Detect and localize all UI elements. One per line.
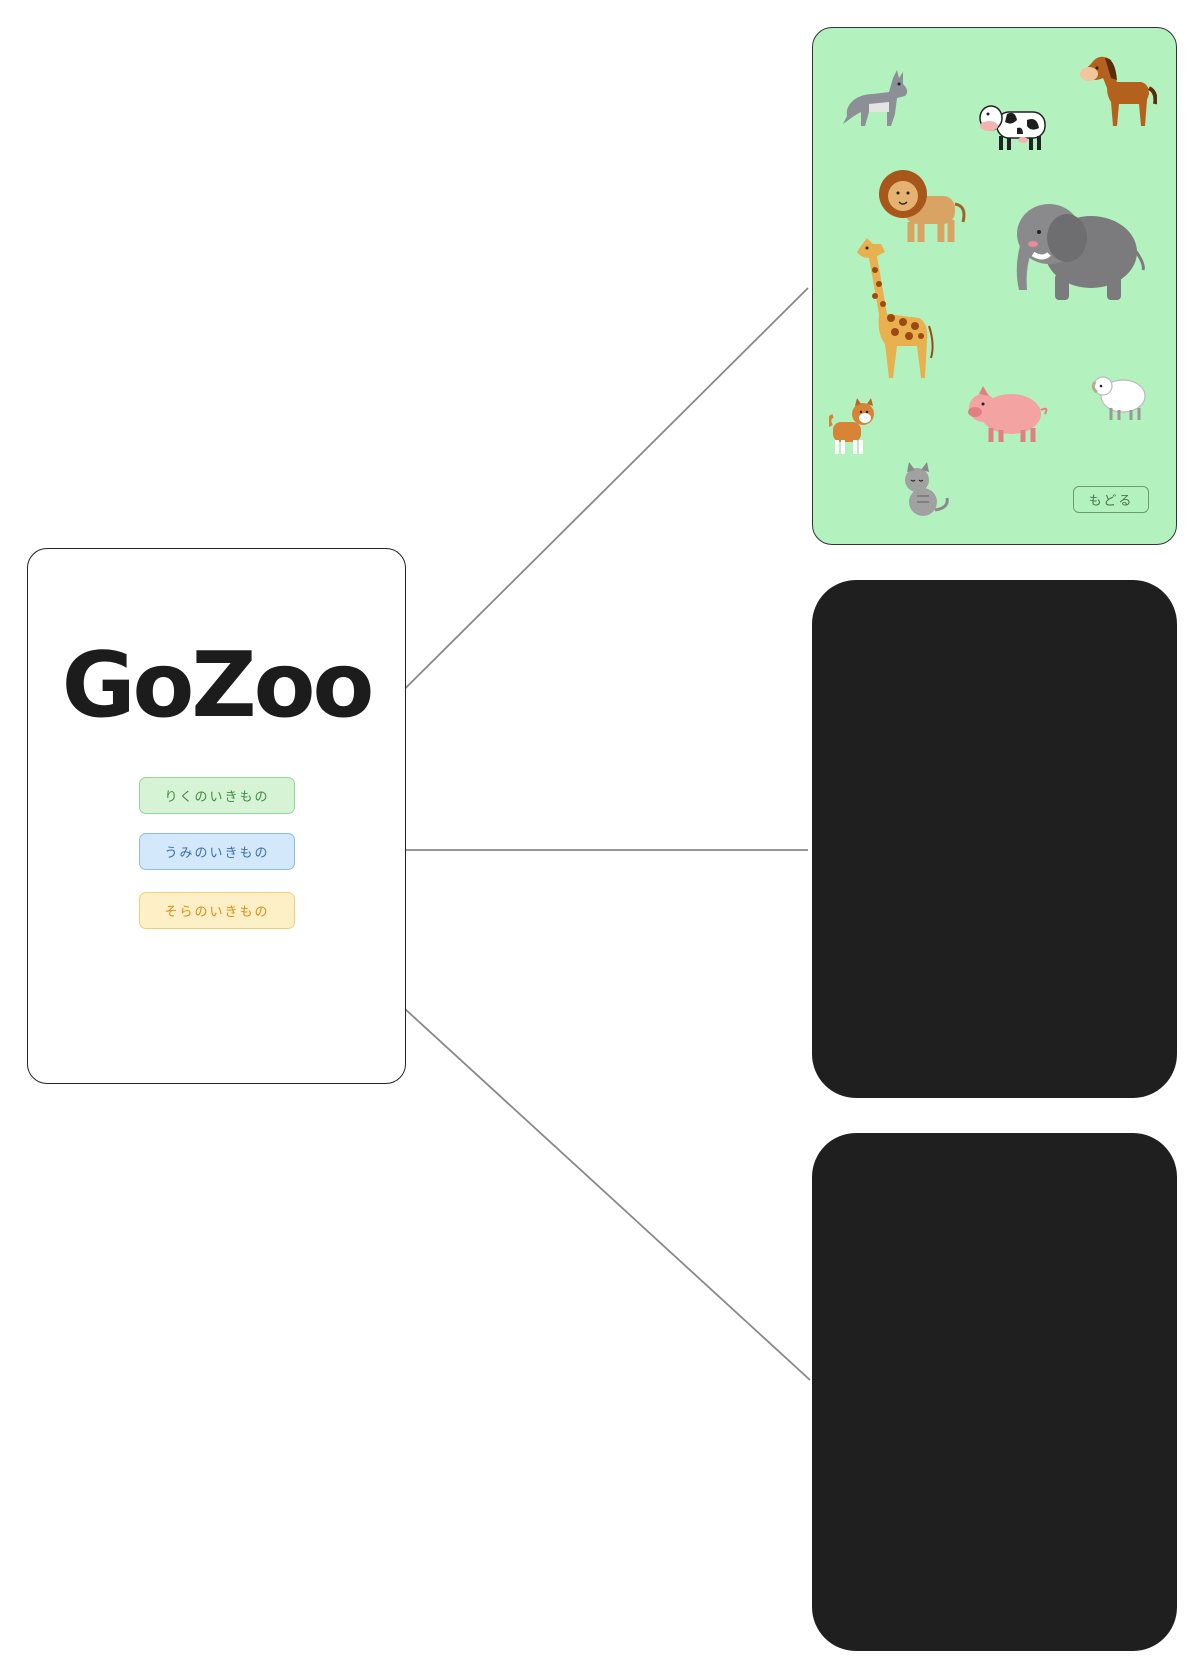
elephant-icon[interactable] [1009,194,1149,304]
sky-animals-button[interactable]: そらのいきもの [139,892,295,929]
horse-icon[interactable] [1077,48,1157,132]
home-screen: GoZoo りくのいきもの うみのいきもの そらのいきもの [27,548,406,1084]
land-animals-button[interactable]: りくのいきもの [139,777,295,814]
pig-icon[interactable] [965,382,1051,448]
giraffe-icon[interactable] [847,234,937,382]
cow-icon[interactable] [977,96,1055,154]
cat-icon[interactable] [899,462,953,518]
sky-animals-screen [812,1133,1177,1651]
sea-animals-button[interactable]: うみのいきもの [139,833,295,870]
wolf-icon[interactable] [839,64,911,128]
back-button[interactable]: もどる [1073,486,1149,513]
sheep-icon[interactable] [1089,368,1149,424]
dog-icon[interactable] [829,398,879,456]
sea-animals-screen [812,580,1177,1098]
land-animals-screen: もどる [812,27,1177,545]
app-logo: GoZoo [61,633,375,738]
